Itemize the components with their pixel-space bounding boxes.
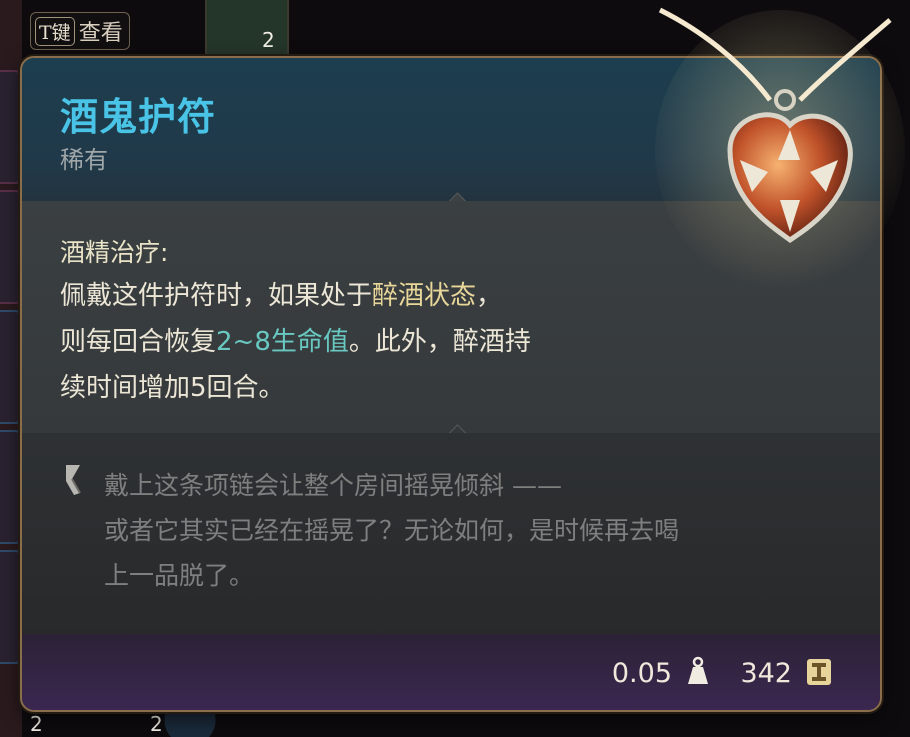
weight-icon <box>688 656 708 684</box>
tooltip-footer: 0.05 342 <box>22 634 880 710</box>
ability-text-segment: ， <box>476 281 503 311</box>
ability-description: 佩戴这件护符时，如果处于醉酒状态， 则每回合恢复2~8生命值。此外，醉酒持 续时… <box>60 273 660 411</box>
quill-icon <box>66 465 81 495</box>
ability-text-segment: 续时间增加5回合。 <box>60 373 285 403</box>
slot-count: 2 <box>150 712 163 736</box>
ability-text-segment: 佩戴这件护符时，如果处于 <box>60 281 373 311</box>
inventory-slot[interactable] <box>0 430 20 544</box>
item-name: 酒鬼护符 <box>60 94 217 139</box>
slot-count: 2 <box>30 712 43 736</box>
ability-text-segment: 。此外，醉酒持 <box>348 327 531 357</box>
ability-name: 酒精治疗: <box>60 238 169 267</box>
inventory-slot[interactable] <box>0 70 20 184</box>
examine-hotkey[interactable]: T键 查看 <box>30 12 130 50</box>
item-weight: 0.05 <box>611 658 672 689</box>
slot-count: 2 <box>262 28 275 52</box>
item-rarity: 稀有 <box>60 146 108 174</box>
flavor-text: 戴上这条项链会让整个房间摇晃倾斜 —— 或者它其实已经在摇晃了？无论如何，是时候… <box>104 463 864 598</box>
hotkey-label: 查看 <box>78 21 123 46</box>
hotkey-key: T键 <box>35 16 75 46</box>
inventory-slot[interactable] <box>0 190 20 304</box>
ability-text-segment: 则每回合恢复 <box>60 327 217 357</box>
inventory-slot[interactable] <box>0 550 20 664</box>
gold-coin-icon <box>807 659 831 685</box>
drunk-status-keyword[interactable]: 醉酒状态 <box>372 281 476 311</box>
flavor-line: 或者它其实已经在摇晃了？无论如何，是时候再去喝 <box>104 516 680 545</box>
heal-amount-keyword: 2~8生命值 <box>216 327 349 357</box>
item-price: 342 <box>740 658 792 689</box>
inventory-slot[interactable] <box>205 0 289 58</box>
inventory-slot[interactable] <box>0 310 20 424</box>
flavor-section: 戴上这条项链会让整个房间摇晃倾斜 —— 或者它其实已经在摇晃了？无论如何，是时候… <box>22 433 880 638</box>
amulet-icon <box>655 7 905 290</box>
flavor-line: 戴上这条项链会让整个房间摇晃倾斜 —— <box>104 471 562 500</box>
flavor-line: 上一品脱了。 <box>104 561 255 590</box>
